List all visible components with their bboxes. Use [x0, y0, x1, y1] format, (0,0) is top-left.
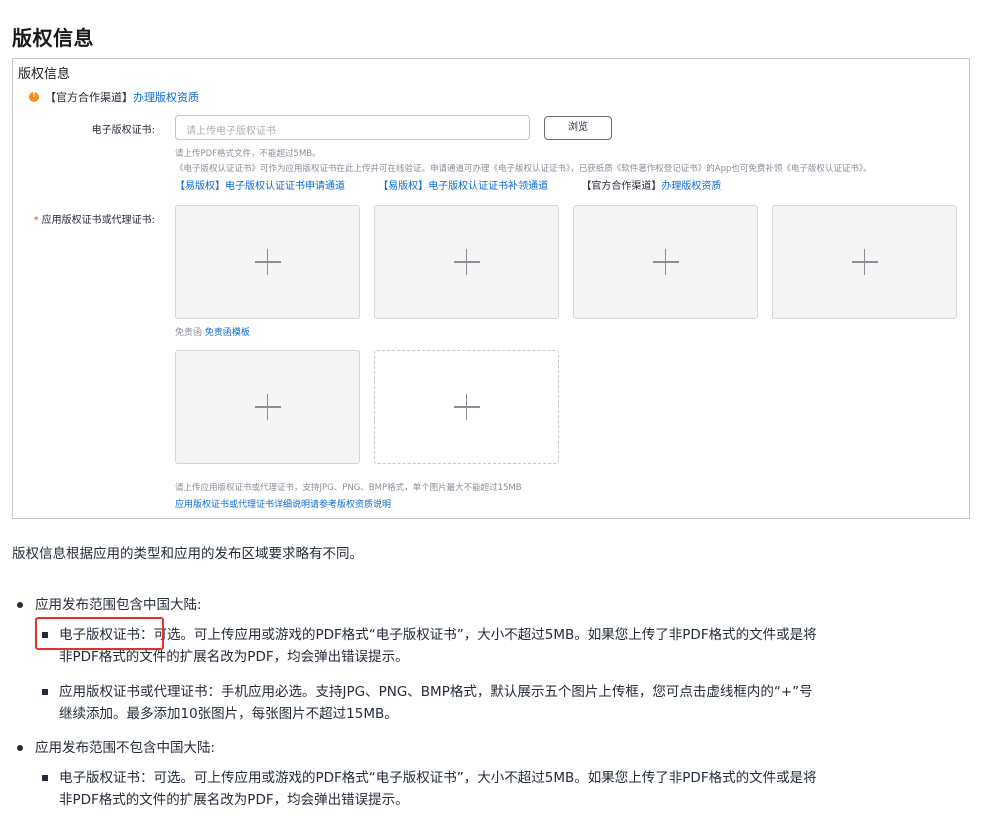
upload-box-1[interactable] [175, 205, 360, 319]
bullet-square [42, 775, 48, 781]
ecert-hint-desc: 《电子版权认证证书》可作为应用版权证书在此上传并可在线验证。申请通道可办理《电子… [175, 164, 872, 174]
upload-hint: 请上传应用版权证书或代理证书，支持JPG、PNG、BMP格式，单个图片最大不能超… [175, 483, 522, 493]
copyright-panel: 版权信息 【官方合作渠道】 办理版权资质 电子版权证书: 请上传电子版权证书 浏… [12, 58, 970, 519]
ecert-link-reissue[interactable]: 【易版权】电子版权认证证书补领通道 [378, 181, 548, 192]
ecert-link-official[interactable]: 【官方合作渠道】办理版权资质 [581, 181, 721, 192]
page-title: 版权信息 [12, 26, 94, 50]
add-upload-box[interactable] [374, 350, 559, 464]
apply-copyright-link[interactable]: 办理版权资质 [133, 89, 199, 105]
upload-detail-link[interactable]: 应用版权证书或代理证书详细说明请参考版权资质说明 [175, 497, 391, 510]
ecert-hint-size: 请上传PDF格式文件，不能超过5MB。 [175, 149, 321, 159]
disclaimer-template-link[interactable]: 免责函模板 [205, 328, 250, 338]
official-channel-notice: 【官方合作渠道】 办理版权资质 [29, 89, 199, 105]
upload-box-2[interactable] [374, 205, 559, 319]
ecert-file-input[interactable]: 请上传电子版权证书 [175, 115, 530, 140]
section-2-item-1-line-2: 非PDF格式的文件的扩展名改为PDF，均会弹出错误提示。 [59, 792, 409, 808]
upload-box-3[interactable] [573, 205, 758, 319]
app-cert-label: * 应用版权证书或代理证书: [33, 215, 155, 226]
plus-icon [453, 394, 480, 420]
notice-tag: 【官方合作渠道】 [45, 91, 133, 104]
plus-icon [851, 249, 878, 275]
disclaimer-line: 免责函 免责函模板 [175, 328, 250, 338]
section-2-item-1-line-1: 电子版权证书：可选。可上传应用或游戏的PDF格式“电子版权证书”，大小不超过5M… [59, 770, 817, 786]
warning-icon [29, 90, 39, 102]
upload-box-5[interactable] [175, 350, 360, 464]
ecert-label: 电子版权证书: [91, 125, 155, 136]
plus-icon [453, 249, 480, 275]
section-1-item-1-line-1: 电子版权证书：可选。可上传应用或游戏的PDF格式“电子版权证书”，大小不超过5M… [59, 627, 817, 643]
bullet-disc [17, 745, 23, 751]
panel-title: 版权信息 [18, 67, 71, 82]
section-2-title: 应用发布范围不包含中国大陆: [35, 740, 216, 756]
section-1-item-2-line-1: 应用版权证书或代理证书：手机应用必选。支持JPG、PNG、BMP格式，默认展示五… [59, 684, 813, 700]
plus-icon [254, 249, 281, 275]
section-1-title: 应用发布范围包含中国大陆: [35, 597, 202, 613]
browse-button[interactable]: 浏览 [544, 116, 612, 140]
bullet-square [42, 689, 48, 695]
plus-icon [652, 249, 679, 275]
upload-box-4[interactable] [772, 205, 957, 319]
required-mark: * [33, 215, 39, 226]
ecert-link-apply[interactable]: 【易版权】电子版权认证证书申请通道 [175, 181, 345, 192]
bullet-disc [17, 602, 23, 608]
ecert-links: 【易版权】电子版权认证证书申请通道 【易版权】电子版权认证证书补领通道 【官方合… [175, 177, 751, 192]
intro-text: 版权信息根据应用的类型和应用的发布区域要求略有不同。 [12, 546, 363, 562]
highlight-annotation-box [35, 617, 164, 650]
plus-icon [254, 394, 281, 420]
section-1-item-2-line-2: 继续添加。最多添加10张图片，每张图片不超过15MB。 [59, 706, 398, 722]
